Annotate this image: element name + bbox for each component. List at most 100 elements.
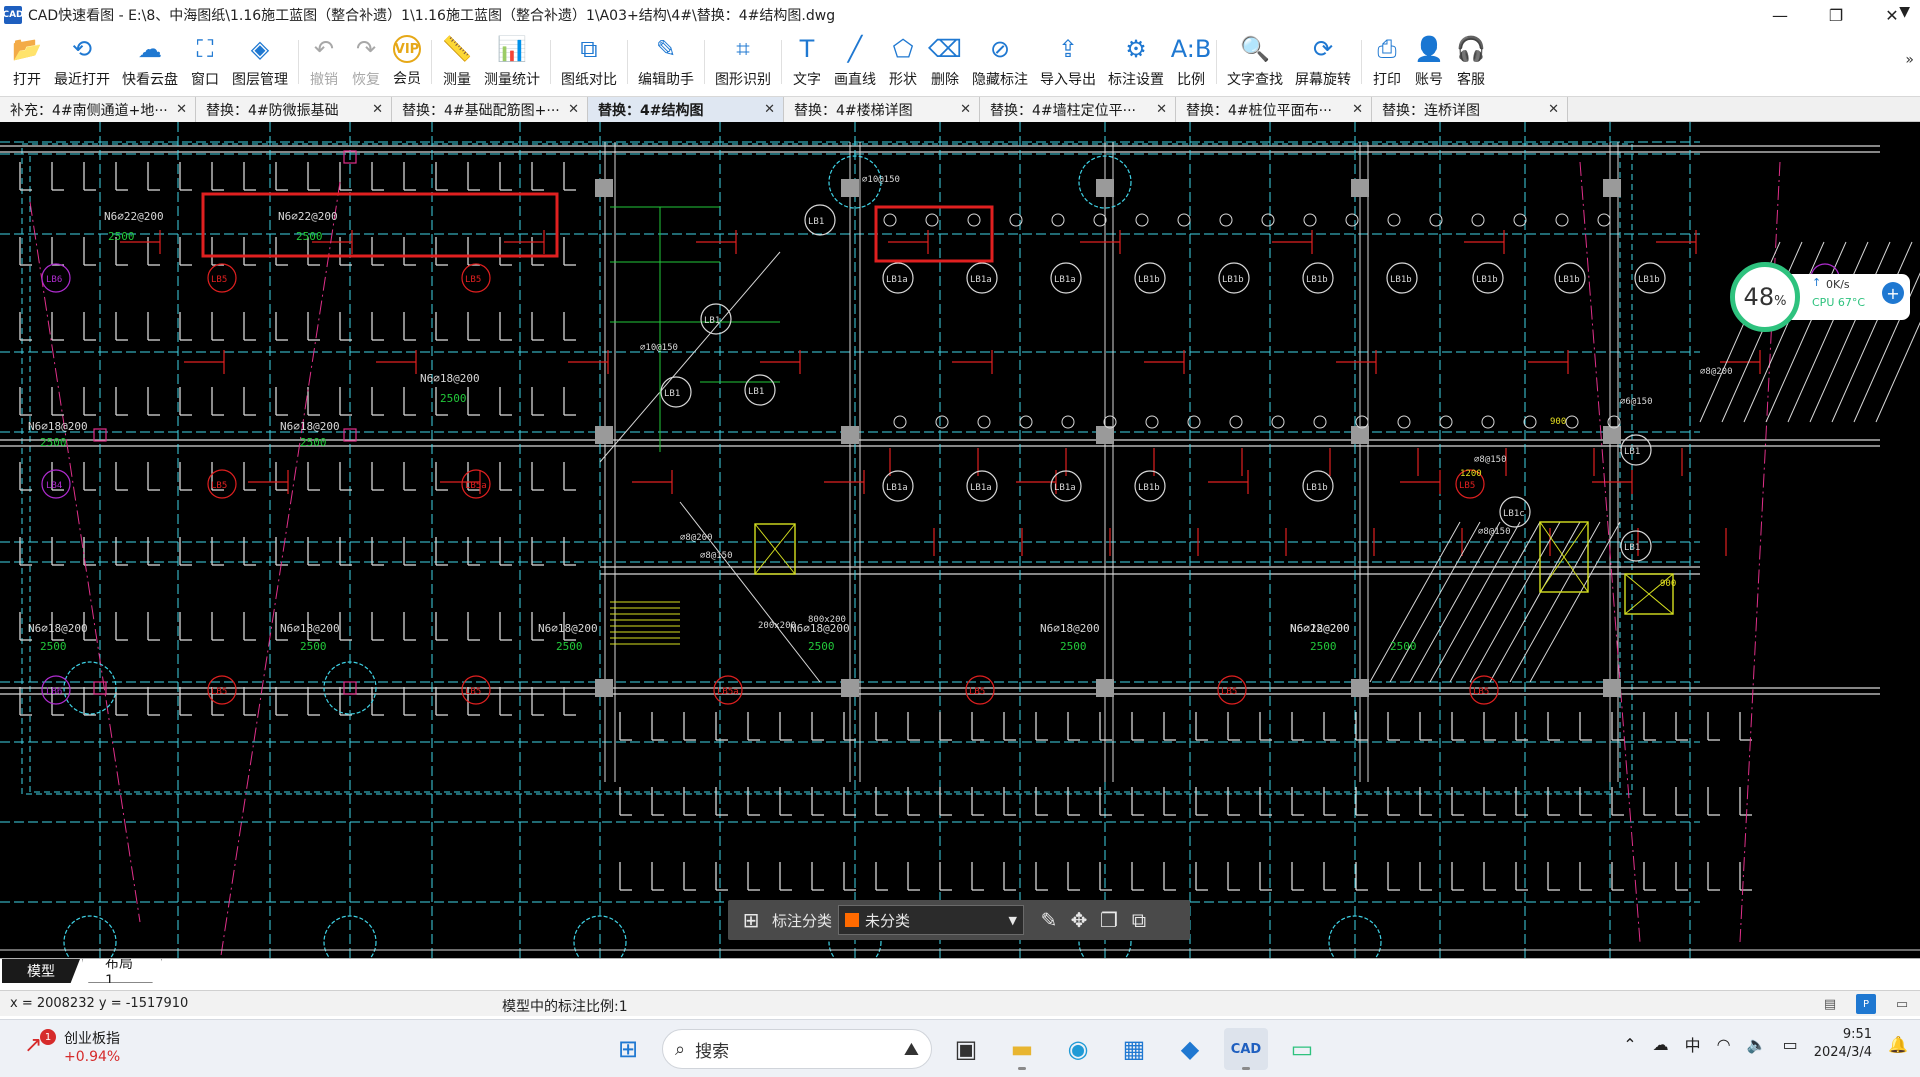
rotate-screen-icon: ⟳	[1312, 35, 1334, 63]
task-view-icon[interactable]: ▣	[944, 1028, 988, 1070]
toolbar-button-history[interactable]: ⟲ 最近打开	[48, 30, 116, 94]
cad-hatch	[1489, 521, 1581, 683]
stock-widget[interactable]: ↗ 1 创业板指 +0.94%	[24, 1029, 120, 1066]
toolbar-button-scale[interactable]: A:B 比例	[1170, 30, 1212, 94]
drawing-canvas[interactable]: N6⌀22@200 N6⌀22@200 N6⌀18@200 N6⌀18@200 N6⌀1…	[0, 122, 1920, 958]
plus-icon[interactable]: +	[1882, 282, 1904, 304]
annotation-category-select[interactable]: 未分类 ▼	[838, 905, 1025, 935]
tab-label: 替换：4#楼梯详图	[794, 102, 913, 119]
dimension-label: 2500	[556, 640, 583, 653]
snap-toggle-icon[interactable]: P	[1856, 994, 1876, 1014]
document-tab[interactable]: 替换：4#桩位平面布··· ✕	[1176, 97, 1372, 122]
toolbar-button-hide-annotation[interactable]: ⊘ 隐藏标注	[966, 30, 1034, 94]
document-tab[interactable]: 替换：4#基础配筋图+··· ✕	[392, 97, 588, 122]
cpu-monitor-widget[interactable]: 48% ↑ 0K/s CPU 67°C +	[1730, 262, 1910, 332]
close-icon[interactable]: ✕	[568, 102, 579, 117]
toolbar-button-compare[interactable]: ⧉ 图纸对比	[555, 30, 623, 94]
search-icon: ⌕	[675, 1038, 686, 1060]
toolbar-button-eraser[interactable]: ⌫ 删除	[924, 30, 966, 94]
slab-tag: LB1a	[970, 275, 992, 285]
minimize-button[interactable]: —	[1752, 0, 1808, 30]
note-icon[interactable]: ▤	[1820, 994, 1840, 1014]
copy-icon[interactable]: ❐	[1094, 908, 1124, 932]
redo-icon: ↷	[355, 35, 377, 63]
grid-icon[interactable]: ⊞	[736, 908, 766, 932]
close-icon[interactable]: ✕	[764, 102, 775, 117]
vip-icon: VIP	[393, 35, 421, 63]
volume-icon[interactable]: 🔈	[1747, 1035, 1767, 1054]
battery-icon[interactable]: ▭	[1783, 1035, 1798, 1054]
move-icon[interactable]: ✥	[1064, 908, 1094, 932]
close-icon[interactable]: ✕	[1352, 102, 1363, 117]
toolbar-button-line[interactable]: ╱ 画直线	[828, 30, 882, 94]
toolbar-button-undo[interactable]: ↶ 撤销	[303, 30, 345, 94]
close-icon[interactable]: ✕	[176, 102, 187, 117]
section-mark	[883, 213, 897, 227]
close-icon[interactable]: ✕	[372, 102, 383, 117]
line-icon: ╱	[847, 35, 863, 63]
cad-drawing[interactable]: N6⌀22@200 N6⌀22@200 N6⌀18@200 N6⌀18@200 N6⌀1…	[0, 122, 1920, 958]
toolbar-button-vip[interactable]: VIP 会员	[387, 30, 427, 94]
close-icon[interactable]: ✕	[1548, 102, 1559, 117]
dimension-label: 2500	[1390, 640, 1417, 653]
dimension-label: 2500	[1310, 640, 1337, 653]
cad-column	[1351, 179, 1369, 197]
wifi-icon[interactable]: ◠	[1717, 1035, 1731, 1054]
toolbar-button-text[interactable]: T 文字	[786, 30, 828, 94]
tab-layout1[interactable]: 布局1	[82, 959, 162, 983]
cloud-off-icon[interactable]: ☁	[1653, 1035, 1669, 1054]
windows-start-icon[interactable]: ⊞	[606, 1028, 650, 1070]
toolbar-button-import-export[interactable]: ⇪ 导入导出	[1034, 30, 1102, 94]
edit-icon[interactable]: ✎	[1034, 908, 1064, 932]
document-tab[interactable]: 替换：4#结构图 ✕	[588, 97, 784, 122]
taskbar-search[interactable]: ⌕ 搜索 ⛰	[662, 1029, 932, 1069]
ime-indicator[interactable]: 中	[1685, 1032, 1701, 1056]
edge-browser-icon[interactable]: ◉	[1056, 1028, 1100, 1070]
toolbar-button-text-search[interactable]: 🔍 文字查找	[1221, 30, 1289, 94]
close-icon[interactable]: ✕	[960, 102, 971, 117]
toolbar-button-window[interactable]: ⛶ 窗口	[184, 30, 226, 94]
tab-model[interactable]: 模型	[2, 959, 80, 983]
toolbar-button-account[interactable]: 👤 账号	[1408, 30, 1450, 94]
toolbar-button-cloud[interactable]: ☁ 快看云盘	[116, 30, 184, 94]
document-tab[interactable]: 替换：连桥详图 ✕	[1372, 97, 1568, 122]
chevron-up-icon[interactable]: ⌃	[1623, 1035, 1636, 1054]
close-window-button[interactable]: ✕	[1864, 0, 1920, 30]
document-tab[interactable]: 替换：4#墙柱定位平··· ✕	[980, 97, 1176, 122]
toolbar-button-headset[interactable]: 🎧 客服	[1450, 30, 1492, 94]
section-mark	[1523, 415, 1537, 429]
toolbar-more-button[interactable]: »	[1905, 52, 1914, 68]
toolbar-button-rotate-screen[interactable]: ⟳ 屏幕旋转	[1289, 30, 1357, 94]
toolbar-label: 图纸对比	[561, 72, 617, 88]
toolbar-button-edit-assistant[interactable]: ✎ 编辑助手	[632, 30, 700, 94]
toolbar-label: 图层管理	[232, 72, 288, 88]
maximize-button[interactable]: ❐	[1808, 0, 1864, 30]
toolbar-button-redo[interactable]: ↷ 恢复	[345, 30, 387, 94]
toolbar-button-ruler[interactable]: 📏 测量	[436, 30, 478, 94]
toolbar-button-measure-stats[interactable]: 📊 测量统计	[478, 30, 546, 94]
close-icon[interactable]: ✕	[1156, 102, 1167, 117]
cad-app-icon[interactable]: CAD	[1224, 1028, 1268, 1070]
document-tab[interactable]: 替换：4#楼梯详图 ✕	[784, 97, 980, 122]
clock[interactable]: 9:51 2024/3/4	[1814, 1026, 1872, 1062]
file-explorer-icon[interactable]: ▬	[1000, 1028, 1044, 1070]
toolbar-button-shapes[interactable]: ⬠ 形状	[882, 30, 924, 94]
rebar-note: ⌀8@150	[700, 551, 733, 561]
toolbar-button-print[interactable]: ⎙ 打印	[1366, 30, 1408, 94]
cad-column	[595, 679, 613, 697]
notification-bell-icon[interactable]: 🔔	[1888, 1035, 1908, 1054]
fullscreen-icon[interactable]: ▭	[1892, 994, 1912, 1014]
wechat-app-icon[interactable]: ▭	[1280, 1028, 1324, 1070]
tab-overflow-button[interactable]: ▼	[1899, 4, 1910, 20]
toolbar-button-shape-recognize[interactable]: ⌗ 图形识别	[709, 30, 777, 94]
shape-recognize-icon: ⌗	[736, 35, 750, 63]
toolbar-button-folder-open[interactable]: 📂 打开	[6, 30, 48, 94]
toolbar-button-annotation-settings[interactable]: ⚙ 标注设置	[1102, 30, 1170, 94]
section-mark	[1313, 415, 1327, 429]
paste-icon[interactable]: ⧉	[1124, 908, 1154, 932]
notes-app-icon[interactable]: ▦	[1112, 1028, 1156, 1070]
document-tab[interactable]: 补充：4#南侧通道+地··· ✕	[0, 97, 196, 122]
feishu-app-icon[interactable]: ◆	[1168, 1028, 1212, 1070]
document-tab[interactable]: 替换：4#防微振基础 ✕	[196, 97, 392, 122]
toolbar-button-layers[interactable]: ◈ 图层管理	[226, 30, 294, 94]
